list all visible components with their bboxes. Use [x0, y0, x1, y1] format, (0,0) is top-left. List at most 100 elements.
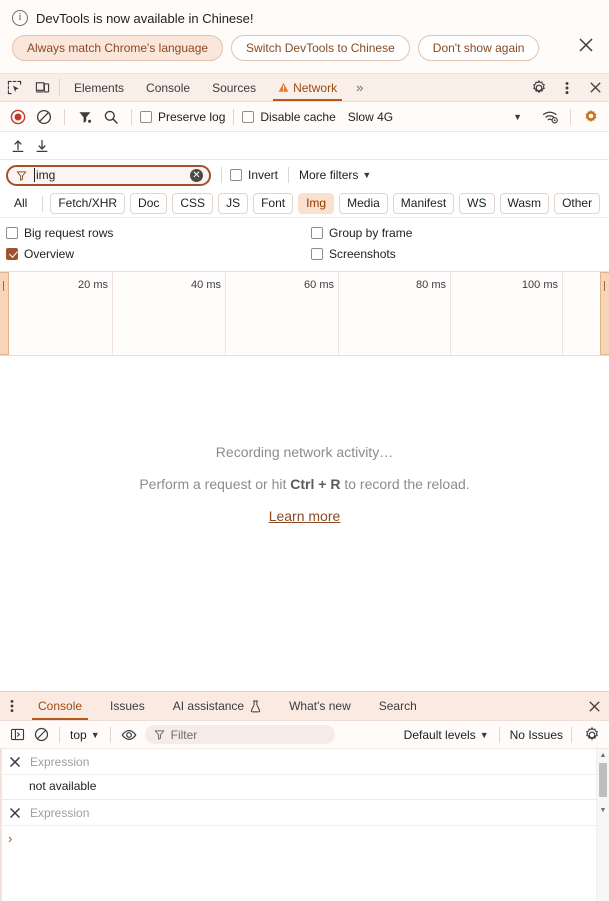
scroll-down-arrow[interactable]: ▼ — [597, 804, 609, 817]
invert-label: Invert — [248, 168, 278, 182]
remove-live-expression-icon-2[interactable] — [8, 806, 22, 820]
live-expression-row-2[interactable]: Expression — [0, 800, 609, 826]
toolbar-divider-3 — [233, 109, 234, 125]
chip-divider — [42, 196, 43, 212]
invert-box — [230, 169, 242, 181]
devtools-drawer: Console Issues AI assistance What's new … — [0, 691, 609, 901]
console-sidebar-icon[interactable] — [5, 723, 29, 747]
type-chip-font[interactable]: Font — [253, 193, 293, 214]
more-filters-caret-icon: ▼ — [362, 170, 371, 180]
learn-more-link[interactable]: Learn more — [269, 508, 341, 524]
type-chip-css[interactable]: CSS — [172, 193, 213, 214]
type-chip-media[interactable]: Media — [339, 193, 388, 214]
type-chip-ws[interactable]: WS — [459, 193, 494, 214]
tab-sources[interactable]: Sources — [201, 74, 267, 101]
export-har-icon[interactable] — [30, 134, 54, 158]
empty-state-hint-suffix: to record the reload. — [340, 476, 469, 492]
toolbar-divider-4 — [570, 109, 571, 125]
record-stop-icon[interactable] — [6, 105, 30, 129]
always-match-chrome-language-button[interactable]: Always match Chrome's language — [12, 35, 223, 61]
drawer-tab-ai-assistance[interactable]: AI assistance — [159, 692, 275, 720]
clear-console-icon[interactable] — [29, 723, 53, 747]
warning-triangle-icon — [278, 82, 289, 93]
overview-right-resize-handle[interactable] — [600, 272, 609, 355]
drawer-tabs-spacer — [431, 692, 579, 720]
network-filter-input[interactable]: img ✕ — [6, 165, 211, 186]
live-expression-eye-icon[interactable] — [117, 723, 141, 747]
filter-funnel-icon[interactable] — [73, 105, 97, 129]
clear-input-icon[interactable]: ✕ — [190, 169, 203, 182]
console-issues-counter[interactable]: No Issues — [510, 728, 563, 742]
network-settings-gear-icon[interactable] — [579, 105, 603, 129]
drawer-tab-console[interactable]: Console — [24, 692, 96, 720]
type-chip-js[interactable]: JS — [218, 193, 248, 214]
console-divider-1 — [59, 727, 60, 743]
devtools-tab-strip: Elements Console Sources Network » — [0, 74, 609, 102]
network-overview-timeline[interactable]: 20 ms 40 ms 60 ms 80 ms 100 ms — [0, 272, 609, 356]
console-vertical-scrollbar[interactable]: ▲ ▼ — [596, 749, 609, 901]
screenshots-checkbox[interactable]: Screenshots — [311, 247, 396, 261]
drawer-tab-issues-label: Issues — [110, 699, 145, 713]
type-chip-other[interactable]: Other — [554, 193, 600, 214]
tab-network[interactable]: Network — [267, 74, 348, 101]
drawer-tab-search[interactable]: Search — [365, 692, 431, 720]
banner-close-icon[interactable] — [575, 34, 597, 56]
drawer-tab-whats-new[interactable]: What's new — [275, 692, 365, 720]
search-icon[interactable] — [99, 105, 123, 129]
throttling-select[interactable]: Slow 4G — [348, 110, 393, 124]
console-settings-gear-icon[interactable] — [580, 723, 604, 747]
drawer-tab-whats-new-label: What's new — [289, 699, 351, 713]
overview-tick-label-80ms: 80 ms — [416, 279, 446, 291]
type-chip-doc[interactable]: Doc — [130, 193, 167, 214]
inspect-element-icon[interactable] — [0, 74, 28, 101]
dont-show-again-button[interactable]: Don't show again — [418, 35, 540, 61]
settings-gear-icon[interactable] — [525, 74, 553, 101]
drawer-close-icon[interactable] — [579, 692, 609, 720]
remove-live-expression-icon[interactable] — [8, 755, 22, 769]
throttling-caret-icon[interactable]: ▼ — [513, 112, 522, 122]
more-filters-dropdown[interactable]: More filters ▼ — [299, 168, 371, 182]
type-chip-manifest[interactable]: Manifest — [393, 193, 454, 214]
invert-checkbox[interactable]: Invert — [230, 168, 278, 182]
scrollbar-thumb[interactable] — [599, 763, 607, 797]
overview-tick-100ms: 100 ms — [451, 272, 563, 355]
empty-state-hint: Perform a request or hit Ctrl + R to rec… — [139, 476, 469, 492]
console-levels-caret-icon: ▼ — [480, 730, 489, 740]
scroll-up-arrow[interactable]: ▲ — [597, 749, 609, 762]
console-left-edge — [0, 749, 2, 901]
more-options-vertical-icon[interactable] — [553, 74, 581, 101]
network-conditions-wifi-icon[interactable] — [538, 105, 562, 129]
type-chip-img[interactable]: Img — [298, 193, 334, 214]
drawer-tab-issues[interactable]: Issues — [96, 692, 159, 720]
close-devtools-icon[interactable] — [581, 74, 609, 101]
filter-divider — [221, 167, 222, 183]
overview-left-resize-handle[interactable] — [0, 272, 9, 355]
tab-elements[interactable]: Elements — [63, 74, 135, 101]
group-by-frame-checkbox[interactable]: Group by frame — [311, 226, 412, 240]
type-chip-all[interactable]: All — [6, 193, 35, 214]
tab-console[interactable]: Console — [135, 74, 201, 101]
overview-tick-80ms: 80 ms — [339, 272, 451, 355]
overview-checkbox[interactable]: Overview — [6, 247, 74, 261]
type-chip-fetch-xhr[interactable]: Fetch/XHR — [50, 193, 125, 214]
drawer-more-options-icon[interactable] — [0, 692, 24, 720]
preserve-log-checkbox[interactable]: Preserve log — [140, 110, 225, 124]
console-filter-input[interactable]: Filter — [145, 725, 335, 744]
console-prompt[interactable]: › — [0, 826, 609, 850]
tabstrip-divider — [59, 79, 60, 96]
disable-cache-checkbox[interactable]: Disable cache — [242, 110, 335, 124]
live-expression-row-1[interactable]: Expression — [0, 749, 609, 775]
overview-tick-label-100ms: 100 ms — [522, 279, 558, 291]
device-toolbar-icon[interactable] — [28, 74, 56, 101]
console-levels-dropdown[interactable]: Default levels ▼ — [404, 728, 489, 742]
console-context-selector[interactable]: top ▼ — [66, 728, 104, 742]
console-divider-2 — [110, 727, 111, 743]
disable-cache-label: Disable cache — [260, 110, 335, 124]
switch-devtools-to-chinese-button[interactable]: Switch DevTools to Chinese — [231, 35, 410, 61]
overview-tick-label-60ms: 60 ms — [304, 279, 334, 291]
big-request-rows-checkbox[interactable]: Big request rows — [6, 226, 113, 240]
tab-overflow-icon[interactable]: » — [348, 74, 371, 101]
clear-network-log-icon[interactable] — [32, 105, 56, 129]
type-chip-wasm[interactable]: Wasm — [500, 193, 550, 214]
import-har-icon[interactable] — [6, 134, 30, 158]
